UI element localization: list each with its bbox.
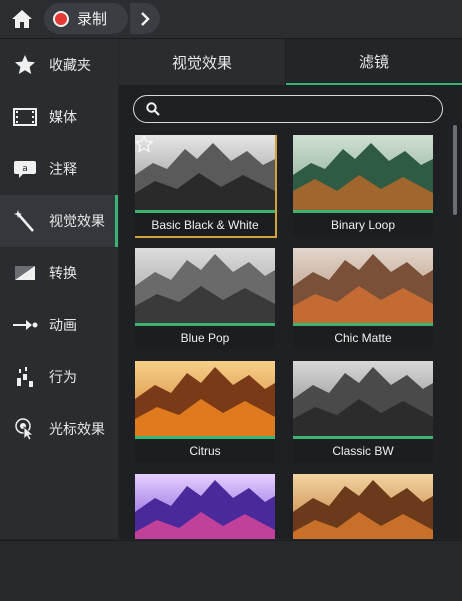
animation-arrow-icon bbox=[12, 312, 38, 338]
record-label: 录制 bbox=[77, 10, 108, 28]
home-button[interactable] bbox=[8, 5, 36, 33]
bottom-panel bbox=[0, 540, 462, 601]
filter-label: Basic Black & White bbox=[135, 213, 275, 236]
sidebar-item-label: 注释 bbox=[49, 162, 77, 178]
scrollbar[interactable] bbox=[453, 125, 457, 215]
filter-label: Binary Loop bbox=[293, 213, 433, 236]
favorite-star-icon[interactable] bbox=[135, 135, 153, 153]
filter-thumbnail bbox=[135, 248, 275, 323]
sidebar-item-label: 视觉效果 bbox=[49, 214, 105, 230]
filter-tile-classic-bw[interactable]: Classic BW bbox=[293, 361, 433, 462]
sidebar-item-label: 转换 bbox=[49, 266, 77, 282]
chevron-right-icon bbox=[141, 11, 150, 26]
tab-filters[interactable]: 滤镜 bbox=[286, 39, 462, 85]
filter-thumbnail bbox=[293, 474, 433, 539]
filter-thumbnail bbox=[135, 474, 275, 539]
sidebar-item-label: 收藏夹 bbox=[49, 58, 91, 74]
behavior-icon bbox=[12, 364, 38, 390]
filter-tile[interactable] bbox=[135, 474, 275, 539]
filter-label: Blue Pop bbox=[135, 326, 275, 349]
sidebar-item-label: 媒体 bbox=[49, 110, 77, 126]
sidebar-item-transitions[interactable]: 转换 bbox=[0, 247, 118, 299]
filter-tile[interactable] bbox=[293, 474, 433, 539]
expand-button[interactable] bbox=[130, 3, 160, 34]
filter-label: Classic BW bbox=[293, 439, 433, 462]
filter-tile-binary-loop[interactable]: Binary Loop bbox=[293, 135, 433, 236]
filter-label: Chic Matte bbox=[293, 326, 433, 349]
filter-tile-citrus[interactable]: Citrus bbox=[135, 361, 275, 462]
svg-text:a: a bbox=[22, 164, 28, 174]
filter-tile-chic-matte[interactable]: Chic Matte bbox=[293, 248, 433, 349]
film-icon bbox=[12, 104, 38, 130]
home-icon bbox=[12, 10, 32, 28]
filter-thumbnail bbox=[293, 248, 433, 323]
cursor-effect-icon bbox=[12, 416, 38, 442]
filter-tile-basic-black-white[interactable]: Basic Black & White bbox=[135, 135, 277, 238]
sidebar-item-label: 动画 bbox=[49, 318, 77, 334]
top-toolbar: 录制 bbox=[0, 0, 462, 39]
filter-thumbnail bbox=[293, 361, 433, 436]
search-input[interactable] bbox=[168, 98, 418, 120]
search-box bbox=[133, 95, 443, 123]
search-icon bbox=[146, 102, 160, 116]
record-icon bbox=[53, 10, 69, 27]
filter-thumbnail bbox=[135, 135, 275, 210]
tab-visual-effects[interactable]: 视觉效果 bbox=[119, 39, 285, 85]
sidebar-item-label: 行为 bbox=[49, 370, 77, 386]
filter-grid: Basic Black & White Binary Loop Blue Pop bbox=[135, 135, 435, 539]
sidebar-item-media[interactable]: 媒体 bbox=[0, 91, 118, 143]
sidebar-item-annotations[interactable]: a 注释 bbox=[0, 143, 118, 195]
sidebar-item-animations[interactable]: 动画 bbox=[0, 299, 118, 351]
sidebar-item-cursor-effects[interactable]: 光标效果 bbox=[0, 403, 118, 455]
annotation-icon: a bbox=[12, 156, 38, 182]
transition-icon bbox=[12, 260, 38, 286]
sidebar-item-behaviors[interactable]: 行为 bbox=[0, 351, 118, 403]
record-button[interactable]: 录制 bbox=[44, 3, 128, 34]
filter-thumbnail bbox=[135, 361, 275, 436]
sidebar-item-label: 光标效果 bbox=[49, 422, 105, 438]
filter-tile-blue-pop[interactable]: Blue Pop bbox=[135, 248, 275, 349]
sidebar-item-favorites[interactable]: 收藏夹 bbox=[0, 39, 118, 91]
filter-label: Citrus bbox=[135, 439, 275, 462]
main-panel: 视觉效果 滤镜 Basic Black & White Binary Loop … bbox=[119, 39, 462, 539]
sidebar-item-visual-effects[interactable]: 视觉效果 bbox=[0, 195, 118, 247]
sidebar: 收藏夹 媒体 a 注释 视觉效果 转换 动画 行为 光标效果 更多 bbox=[0, 39, 118, 578]
filter-thumbnail bbox=[293, 135, 433, 210]
magic-wand-icon bbox=[12, 208, 38, 234]
star-icon bbox=[12, 52, 38, 78]
